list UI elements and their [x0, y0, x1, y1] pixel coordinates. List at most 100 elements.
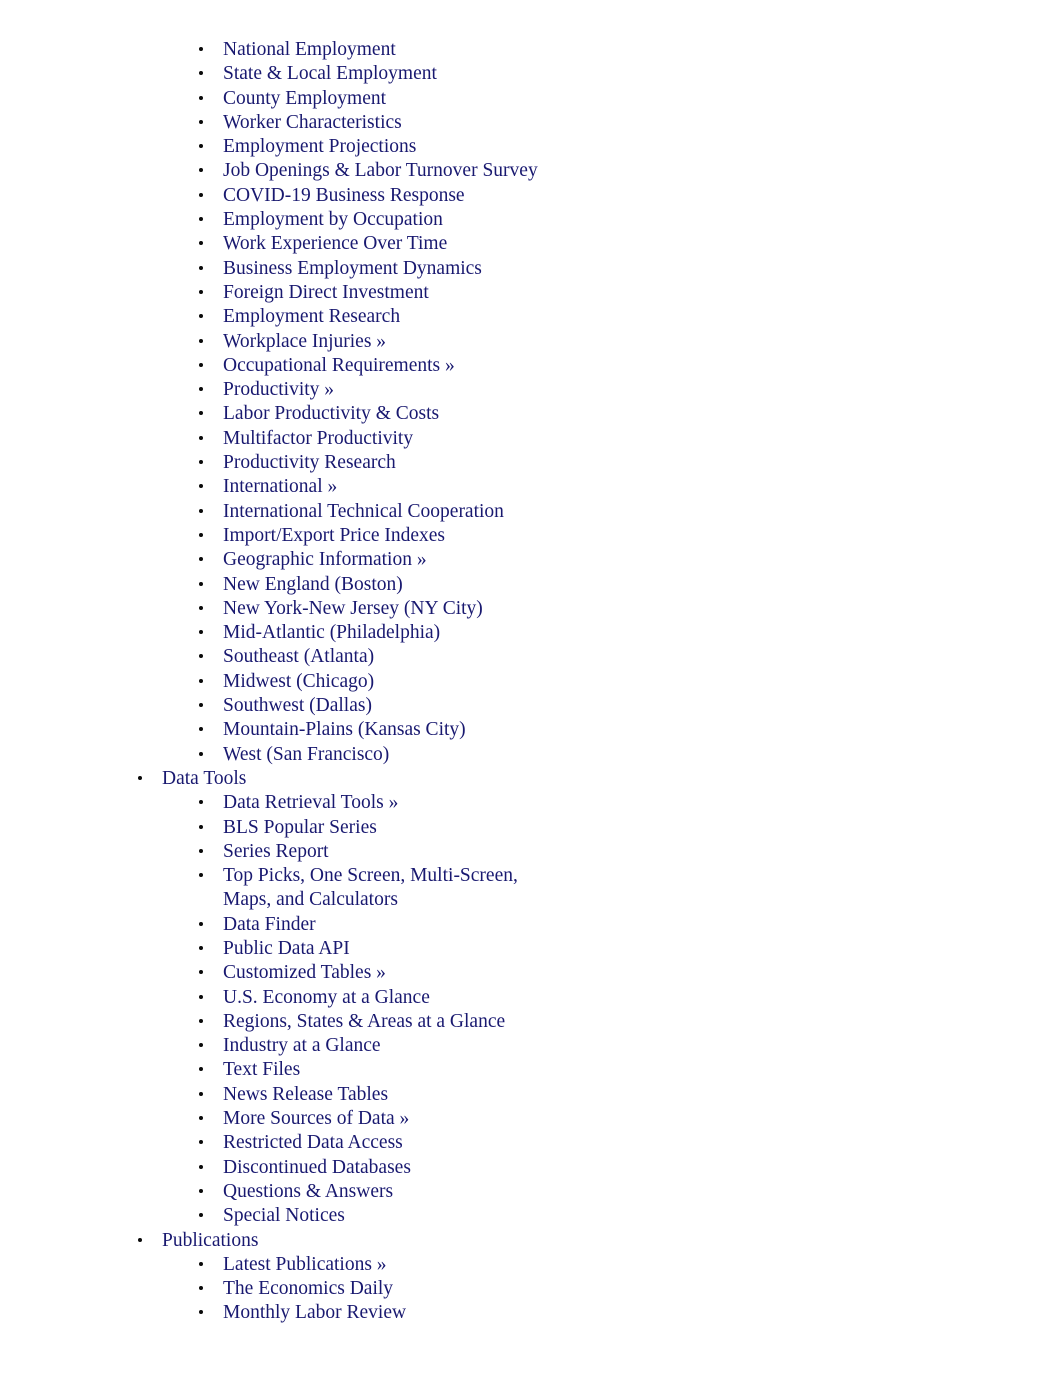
- bullet-icon: [199, 751, 203, 756]
- outline-item-label: Southeast (Atlanta): [223, 646, 375, 668]
- outline-item[interactable]: Latest Publications »: [0, 1253, 1062, 1277]
- outline-item[interactable]: Import/Export Price Indexes: [0, 524, 1062, 548]
- bullet-icon: [199, 289, 203, 294]
- outline-item[interactable]: Employment Research: [0, 305, 1062, 329]
- outline-item-label: Job Openings & Labor Turnover Survey: [223, 160, 538, 182]
- outline-item[interactable]: Text Files: [0, 1058, 1062, 1082]
- outline-list: National Employment State & Local Employm…: [0, 38, 1062, 1326]
- outline-item-label: Foreign Direct Investment: [223, 281, 429, 303]
- outline-item[interactable]: Labor Productivity & Costs: [0, 402, 1062, 426]
- bullet-icon: [199, 703, 203, 708]
- bullet-icon: [199, 387, 203, 392]
- bullet-icon: [199, 168, 203, 173]
- outline-item[interactable]: U.S. Economy at a Glance: [0, 986, 1062, 1010]
- outline-item[interactable]: Industry at a Glance: [0, 1034, 1062, 1058]
- outline-item-label: Top Picks, One Screen, Multi-Screen, Map…: [223, 865, 518, 911]
- bullet-icon: [199, 265, 203, 270]
- bullet-icon: [199, 605, 203, 610]
- outline-item[interactable]: Customized Tables »: [0, 961, 1062, 985]
- bullet-icon: [199, 1213, 203, 1218]
- outline-item[interactable]: Business Employment Dynamics: [0, 257, 1062, 281]
- outline-item[interactable]: Data Tools: [0, 767, 1062, 791]
- bullet-icon: [199, 994, 203, 999]
- outline-item[interactable]: Series Report: [0, 840, 1062, 864]
- bullet-icon: [199, 1116, 203, 1121]
- outline-item[interactable]: Southeast (Atlanta): [0, 645, 1062, 669]
- outline-item-label: BLS Popular Series: [223, 816, 377, 838]
- outline-item[interactable]: Occupational Requirements »: [0, 354, 1062, 378]
- outline-item[interactable]: Top Picks, One Screen, Multi-Screen, Map…: [0, 864, 1062, 913]
- outline-item[interactable]: Questions & Answers: [0, 1180, 1062, 1204]
- outline-item[interactable]: More Sources of Data »: [0, 1107, 1062, 1131]
- outline-item[interactable]: Regions, States & Areas at a Glance: [0, 1010, 1062, 1034]
- outline-item-label: Customized Tables »: [223, 962, 386, 984]
- outline-item[interactable]: Mountain-Plains (Kansas City): [0, 718, 1062, 742]
- outline-item[interactable]: Productivity Research: [0, 451, 1062, 475]
- outline-item[interactable]: Productivity »: [0, 378, 1062, 402]
- outline-item[interactable]: Geographic Information »: [0, 548, 1062, 572]
- outline-item[interactable]: Discontinued Databases: [0, 1156, 1062, 1180]
- outline-item[interactable]: Employment Projections: [0, 135, 1062, 159]
- outline-item[interactable]: Midwest (Chicago): [0, 670, 1062, 694]
- outline-item[interactable]: International Technical Cooperation: [0, 500, 1062, 524]
- outline-item[interactable]: State & Local Employment: [0, 62, 1062, 86]
- bullet-icon: [199, 338, 203, 343]
- outline-item-label: National Employment: [223, 39, 396, 60]
- bullet-icon: [199, 581, 203, 586]
- outline-item-label: Labor Productivity & Costs: [223, 403, 440, 425]
- outline-item-label: Special Notices: [223, 1205, 345, 1227]
- outline-item[interactable]: County Employment: [0, 87, 1062, 111]
- outline-item[interactable]: West (San Francisco): [0, 743, 1062, 767]
- outline-item-label: Occupational Requirements »: [223, 354, 455, 376]
- outline-item[interactable]: Special Notices: [0, 1204, 1062, 1228]
- outline-item-label: Geographic Information »: [223, 549, 427, 571]
- outline-item[interactable]: Foreign Direct Investment: [0, 281, 1062, 305]
- outline-item-label: Questions & Answers: [223, 1180, 394, 1202]
- outline-item-label: Publications: [162, 1229, 259, 1251]
- outline-item[interactable]: Mid-Atlantic (Philadelphia): [0, 621, 1062, 645]
- outline-item-label: Data Tools: [162, 767, 247, 789]
- outline-item[interactable]: International »: [0, 475, 1062, 499]
- outline-item[interactable]: Workplace Injuries »: [0, 330, 1062, 354]
- outline-item[interactable]: Multifactor Productivity: [0, 427, 1062, 451]
- outline-item-label: County Employment: [223, 87, 387, 109]
- outline-item[interactable]: New England (Boston): [0, 573, 1062, 597]
- outline-item-label: Workplace Injuries »: [223, 330, 387, 352]
- bullet-icon: [199, 800, 203, 805]
- outline-item[interactable]: Public Data API: [0, 937, 1062, 961]
- bullet-icon: [199, 362, 203, 367]
- outline-item-label: Discontinued Databases: [223, 1156, 411, 1178]
- bullet-icon: [199, 873, 203, 878]
- outline-item[interactable]: Work Experience Over Time: [0, 232, 1062, 256]
- outline-item-label: The Economics Daily: [223, 1278, 394, 1300]
- outline-item-label: News Release Tables: [223, 1083, 389, 1105]
- bullet-icon: [199, 630, 203, 635]
- outline-item[interactable]: Publications: [0, 1229, 1062, 1253]
- outline-item[interactable]: BLS Popular Series: [0, 816, 1062, 840]
- outline-item[interactable]: COVID-19 Business Response: [0, 184, 1062, 208]
- outline-item-label: Series Report: [223, 840, 329, 862]
- bullet-icon: [199, 484, 203, 489]
- outline-item[interactable]: New York-New Jersey (NY City): [0, 597, 1062, 621]
- outline-item[interactable]: Data Retrieval Tools »: [0, 791, 1062, 815]
- outline-item-label: U.S. Economy at a Glance: [223, 986, 430, 1008]
- bullet-icon: [199, 1164, 203, 1169]
- bullet-icon: [199, 71, 203, 76]
- outline-item[interactable]: Worker Characteristics: [0, 111, 1062, 135]
- bullet-icon: [199, 217, 203, 222]
- outline-item[interactable]: Employment by Occupation: [0, 208, 1062, 232]
- outline-item-label: Latest Publications »: [223, 1253, 387, 1275]
- outline-item[interactable]: Data Finder: [0, 913, 1062, 937]
- outline-item[interactable]: Southwest (Dallas): [0, 694, 1062, 718]
- outline-item[interactable]: The Economics Daily: [0, 1277, 1062, 1301]
- outline-item-label: Productivity »: [223, 379, 335, 401]
- site-map-outline: National Employment State & Local Employm…: [0, 38, 1062, 1326]
- bullet-icon: [199, 119, 203, 124]
- outline-item[interactable]: Monthly Labor Review: [0, 1301, 1062, 1325]
- outline-item-label: Midwest (Chicago): [223, 670, 375, 692]
- outline-item[interactable]: Job Openings & Labor Turnover Survey: [0, 159, 1062, 183]
- outline-item[interactable]: News Release Tables: [0, 1083, 1062, 1107]
- bullet-icon: [199, 1140, 203, 1145]
- outline-item[interactable]: Restricted Data Access: [0, 1131, 1062, 1155]
- outline-item[interactable]: National Employment: [0, 38, 1062, 62]
